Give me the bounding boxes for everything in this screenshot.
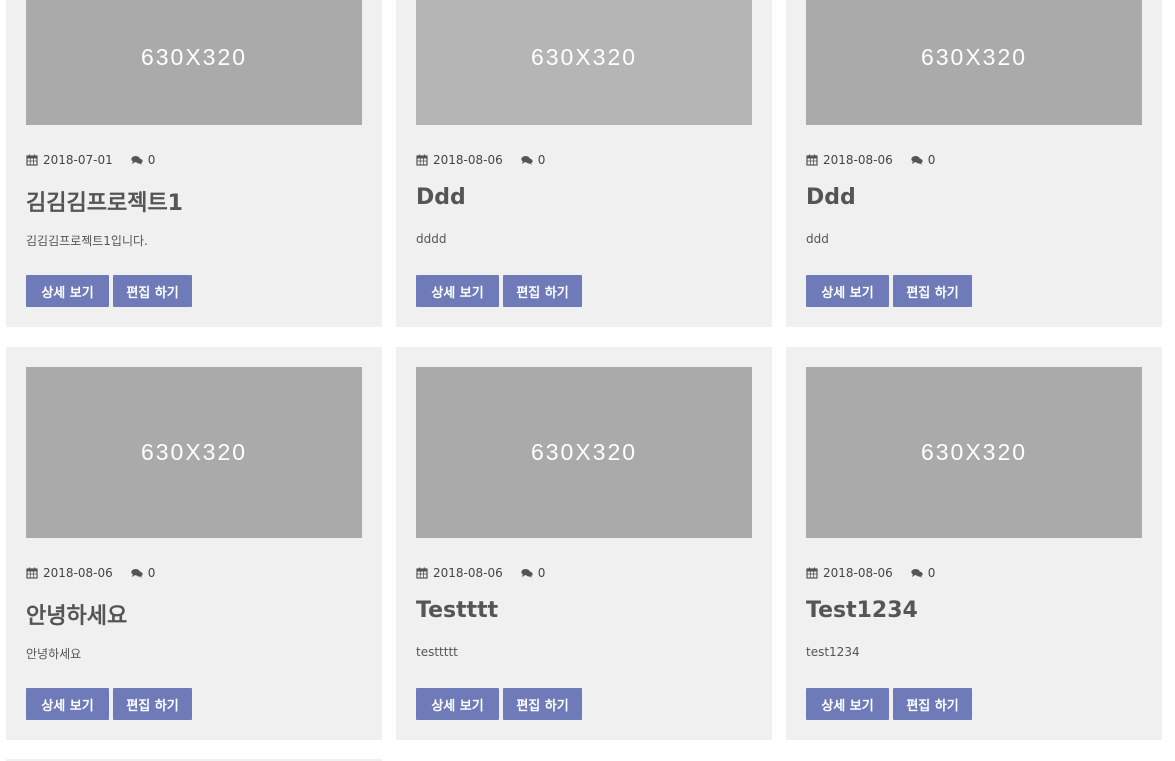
project-title[interactable]: Test1234	[806, 598, 918, 623]
project-date: 2018-08-06	[823, 153, 893, 167]
project-card: 630X320 2018-08-06 0 안녕하세요 안녕하세요 상세 보기 편…	[6, 347, 382, 740]
project-meta: 2018-07-01 0	[26, 152, 155, 168]
comments-icon	[521, 154, 533, 166]
thumbnail-placeholder-label: 630X320	[530, 439, 638, 465]
view-details-button[interactable]: 상세 보기	[806, 275, 889, 307]
comments-icon	[131, 567, 143, 579]
view-details-button[interactable]: 상세 보기	[26, 688, 109, 720]
card-actions: 상세 보기 편집 하기	[416, 275, 582, 307]
card-actions: 상세 보기 편집 하기	[806, 688, 972, 720]
thumbnail-placeholder-label: 630X320	[920, 439, 1028, 465]
thumbnail-placeholder-label: 630X320	[530, 44, 638, 70]
view-details-button[interactable]: 상세 보기	[26, 275, 109, 307]
project-title[interactable]: 김김김프로젝트1	[26, 185, 183, 217]
calendar-icon	[26, 154, 38, 166]
calendar-icon	[806, 567, 818, 579]
project-card: 630X320 2018-08-06 0 Test1234 test1234 상…	[786, 347, 1162, 740]
project-meta: 2018-08-06 0	[26, 565, 155, 581]
comment-count: 0	[537, 153, 546, 167]
card-actions: 상세 보기 편집 하기	[806, 275, 972, 307]
view-details-button[interactable]: 상세 보기	[806, 688, 889, 720]
edit-button[interactable]: 편집 하기	[503, 688, 582, 720]
edit-button[interactable]: 편집 하기	[503, 275, 582, 307]
edit-button[interactable]: 편집 하기	[113, 688, 192, 720]
comment-count: 0	[147, 566, 156, 580]
calendar-icon	[806, 154, 818, 166]
project-date: 2018-08-06	[823, 566, 893, 580]
card-actions: 상세 보기 편집 하기	[416, 688, 582, 720]
project-description: ddd	[806, 232, 829, 246]
project-thumbnail[interactable]: 630X320	[26, 367, 362, 538]
project-date: 2018-08-06	[43, 566, 113, 580]
project-date: 2018-08-06	[433, 566, 503, 580]
project-card: 630X320 2018-08-06 0 Ddd dddd 상세 보기 편집 하…	[396, 0, 772, 327]
project-thumbnail[interactable]: 630X320	[416, 367, 752, 538]
comment-count: 0	[147, 153, 156, 167]
project-title[interactable]: Ddd	[806, 185, 856, 210]
comment-count: 0	[927, 153, 936, 167]
edit-button[interactable]: 편집 하기	[893, 688, 972, 720]
project-thumbnail[interactable]: 630X320	[416, 0, 752, 125]
project-title[interactable]: 안녕하세요	[26, 598, 127, 630]
project-card: 630X320 2018-08-06 0 Ddd ddd 상세 보기 편집 하기	[786, 0, 1162, 327]
thumbnail-placeholder-label: 630X320	[140, 44, 248, 70]
project-title[interactable]: Testttt	[416, 598, 498, 623]
project-thumbnail[interactable]: 630X320	[26, 0, 362, 125]
project-meta: 2018-08-06 0	[416, 152, 545, 168]
project-title[interactable]: Ddd	[416, 185, 466, 210]
project-meta: 2018-08-06 0	[806, 152, 935, 168]
comments-icon	[521, 567, 533, 579]
project-grid: 630X320 2018-07-01 0 김김김프로젝트1 김김김프로젝트1입니…	[0, 0, 1175, 761]
comments-icon	[131, 154, 143, 166]
thumbnail-placeholder-label: 630X320	[920, 44, 1028, 70]
view-details-button[interactable]: 상세 보기	[416, 688, 499, 720]
project-description: 김김김프로젝트1입니다.	[26, 234, 148, 248]
project-thumbnail[interactable]: 630X320	[806, 367, 1142, 538]
project-description: test1234	[806, 645, 860, 659]
project-card: 630X320 2018-07-01 0 김김김프로젝트1 김김김프로젝트1입니…	[6, 0, 382, 327]
project-meta: 2018-08-06 0	[806, 565, 935, 581]
edit-button[interactable]: 편집 하기	[893, 275, 972, 307]
calendar-icon	[416, 154, 428, 166]
comment-count: 0	[537, 566, 546, 580]
project-description: testtttt	[416, 645, 458, 659]
view-details-button[interactable]: 상세 보기	[416, 275, 499, 307]
card-actions: 상세 보기 편집 하기	[26, 688, 192, 720]
project-description: dddd	[416, 232, 447, 246]
project-description: 안녕하세요	[26, 647, 82, 661]
comments-icon	[911, 567, 923, 579]
card-actions: 상세 보기 편집 하기	[26, 275, 192, 307]
edit-button[interactable]: 편집 하기	[113, 275, 192, 307]
calendar-icon	[26, 567, 38, 579]
project-date: 2018-08-06	[433, 153, 503, 167]
comments-icon	[911, 154, 923, 166]
project-date: 2018-07-01	[43, 153, 113, 167]
project-thumbnail[interactable]: 630X320	[806, 0, 1142, 125]
calendar-icon	[416, 567, 428, 579]
project-meta: 2018-08-06 0	[416, 565, 545, 581]
project-card: 630X320 2018-08-06 0 Testttt testtttt 상세…	[396, 347, 772, 740]
comment-count: 0	[927, 566, 936, 580]
thumbnail-placeholder-label: 630X320	[140, 439, 248, 465]
